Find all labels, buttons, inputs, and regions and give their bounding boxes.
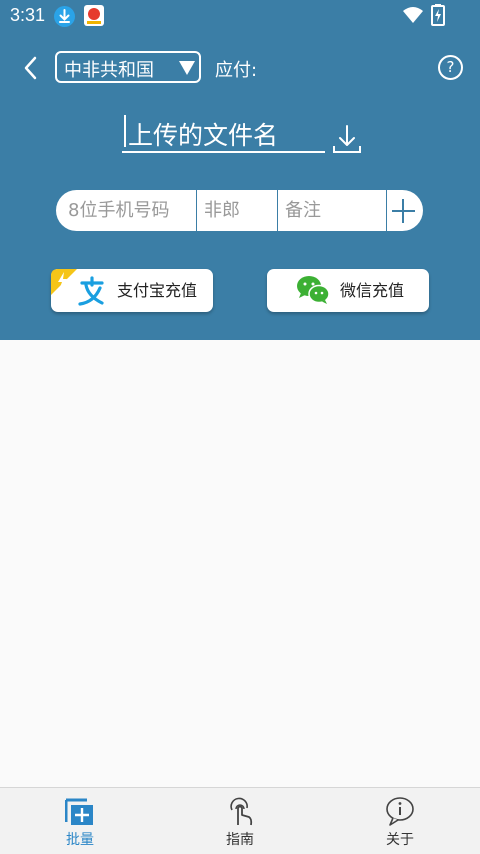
chevron-left-icon	[24, 56, 37, 80]
alipay-recharge-label: 支付宝充值	[117, 281, 198, 300]
download-notification-icon	[54, 6, 75, 27]
recipient-entry-row: 8位手机号码 非郎 备注	[56, 190, 423, 231]
wechat-logo-icon	[297, 276, 330, 304]
name-input[interactable]: 非郎	[204, 190, 276, 231]
wechat-recharge-button[interactable]: 微信充值	[267, 269, 429, 312]
text-cursor	[124, 115, 126, 147]
status-time: 3:31	[10, 5, 46, 25]
divider	[277, 190, 278, 231]
nav-label-guide: 指南	[226, 832, 254, 848]
wifi-icon	[402, 6, 424, 28]
nav-label-about: 关于	[386, 832, 414, 848]
bottom-navigation: 批量 指南 关于	[0, 787, 480, 854]
country-select[interactable]: 中非共和国	[55, 51, 201, 83]
add-button[interactable]	[387, 190, 423, 231]
info-icon	[386, 797, 414, 826]
phone-input[interactable]: 8位手机号码	[68, 190, 196, 231]
country-value: 中非共和国	[64, 60, 154, 81]
download-icon	[333, 125, 361, 153]
nav-item-batch[interactable]: 批量	[0, 788, 160, 854]
note-input[interactable]: 备注	[285, 190, 383, 231]
amount-due-label: 应付:	[215, 60, 258, 81]
triangle-down-icon	[179, 61, 195, 75]
nav-item-about[interactable]: 关于	[320, 788, 480, 854]
lightning-badge-icon	[51, 269, 77, 295]
batch-add-icon	[65, 798, 93, 825]
file-name-placeholder: 上传的文件名	[128, 121, 279, 150]
back-button[interactable]	[20, 54, 44, 82]
question-mark-icon: ?	[446, 58, 455, 76]
touch-guide-icon	[230, 797, 253, 826]
wechat-recharge-label: 微信充值	[340, 281, 405, 300]
nav-item-guide[interactable]: 指南	[160, 788, 320, 854]
alipay-recharge-button[interactable]: 支付宝充值	[51, 269, 213, 312]
plus-icon	[392, 199, 415, 223]
alipay-logo-icon	[78, 276, 104, 306]
battery-charging-icon	[431, 4, 445, 30]
help-button[interactable]: ?	[438, 55, 463, 80]
divider	[196, 190, 197, 231]
nav-label-batch: 批量	[66, 832, 94, 848]
app-notification-icon	[84, 5, 104, 26]
status-bar: 3:31	[0, 0, 480, 32]
file-name-field[interactable]: 上传的文件名	[122, 111, 325, 153]
download-button[interactable]	[331, 122, 363, 154]
header-panel: 3:31 中非共和国 应付: ? 上传的文件名 8位手机号码 非郎 备注 支付宝…	[0, 0, 480, 340]
